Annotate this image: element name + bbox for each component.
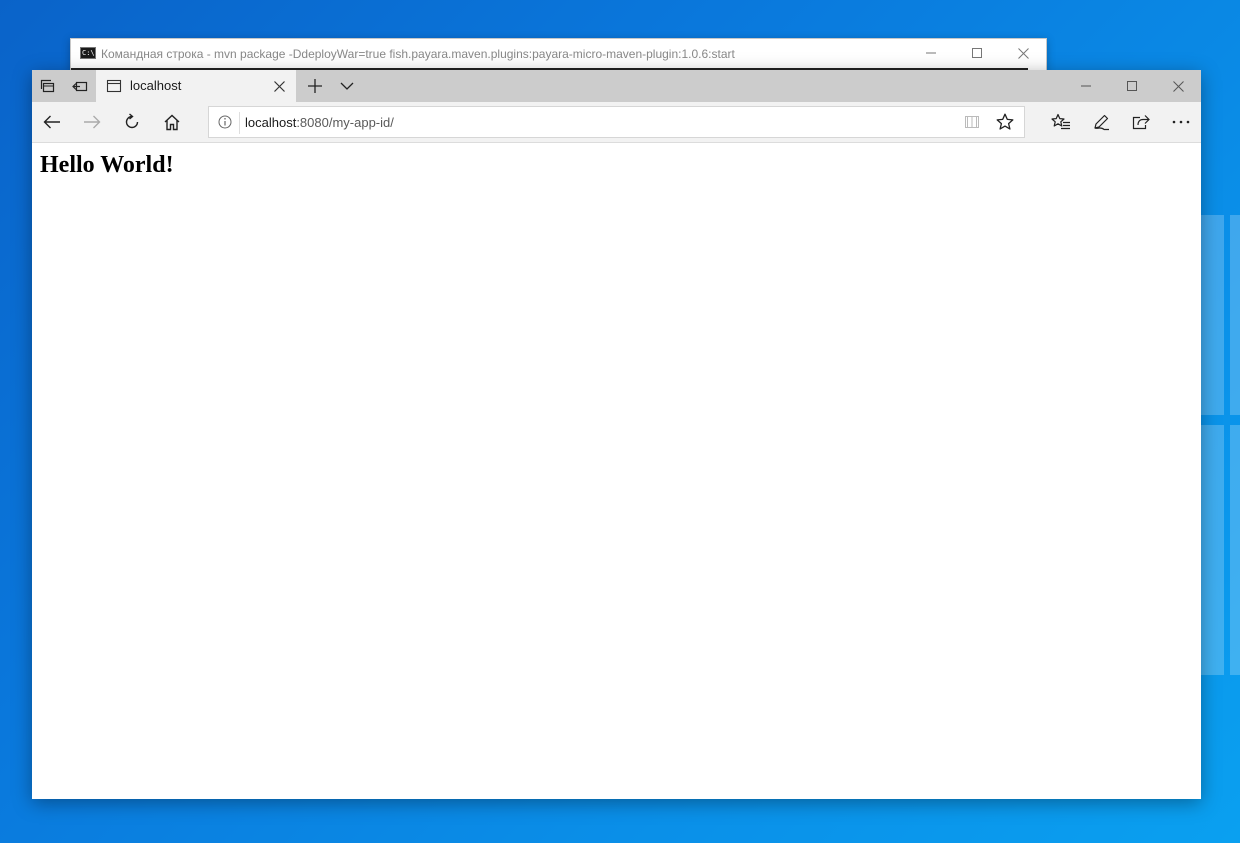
refresh-icon	[125, 113, 139, 129]
close-icon	[1172, 80, 1184, 92]
maximize-icon	[972, 48, 982, 58]
url-path: :8080/my-app-id/	[296, 115, 394, 130]
page-icon	[106, 79, 122, 93]
address-bar[interactable]: localhost:8080/my-app-id/	[208, 106, 1025, 138]
console-close-button[interactable]	[1000, 39, 1046, 67]
share-button[interactable]	[1121, 106, 1161, 138]
browser-maximize-button[interactable]	[1109, 70, 1155, 102]
restore-tabs-button[interactable]	[64, 70, 96, 102]
close-icon	[273, 80, 285, 92]
back-button[interactable]	[34, 106, 70, 138]
refresh-button[interactable]	[114, 106, 150, 138]
tabs-aside-icon	[40, 79, 55, 93]
arrow-right-icon	[84, 115, 101, 129]
address-separator	[239, 112, 240, 134]
info-icon[interactable]	[218, 115, 232, 129]
favorites-hub-button[interactable]	[1041, 106, 1081, 138]
share-icon	[1132, 115, 1150, 130]
tab-close-button[interactable]	[268, 75, 290, 97]
console-maximize-button[interactable]	[954, 39, 1000, 67]
minimize-icon	[1081, 85, 1091, 87]
tab-bar: localhost	[32, 70, 1201, 102]
more-icon	[1172, 120, 1190, 124]
new-tab-button[interactable]	[300, 70, 330, 102]
page-content: Hello World!	[32, 143, 1201, 799]
navigation-bar: localhost:8080/my-app-id/	[32, 102, 1201, 143]
maximize-icon	[1127, 81, 1137, 91]
home-icon	[164, 114, 180, 130]
browser-minimize-button[interactable]	[1063, 70, 1109, 102]
page-heading: Hello World!	[40, 152, 174, 178]
star-icon[interactable]	[996, 113, 1014, 131]
pen-icon	[1094, 114, 1109, 131]
web-notes-button[interactable]	[1081, 106, 1121, 138]
address-url[interactable]: localhost:8080/my-app-id/	[245, 115, 394, 130]
close-icon	[1017, 47, 1029, 59]
minimize-icon	[926, 52, 936, 54]
browser-window: localhost localhost:8080/my-app-id/ Hell…	[32, 70, 1201, 799]
desktop: C:\ Командная строка - mvn package -Ddep…	[0, 0, 1240, 843]
console-window[interactable]: C:\ Командная строка - mvn package -Ddep…	[70, 38, 1047, 72]
arrow-left-icon	[43, 115, 60, 129]
windows-logo-wallpaper	[1196, 215, 1240, 695]
tab-localhost[interactable]: localhost	[96, 70, 296, 102]
tab-label: localhost	[130, 78, 182, 93]
tab-preview-button[interactable]	[332, 70, 362, 102]
forward-button[interactable]	[74, 106, 110, 138]
home-button[interactable]	[154, 106, 190, 138]
console-icon: C:\	[80, 47, 96, 59]
settings-more-button[interactable]	[1161, 106, 1201, 138]
url-host: localhost	[245, 115, 297, 130]
browser-close-button[interactable]	[1155, 70, 1201, 102]
plus-icon	[308, 79, 322, 93]
tabs-aside-button[interactable]	[32, 70, 64, 102]
chevron-down-icon	[340, 82, 354, 90]
tabs-restore-icon	[72, 81, 88, 92]
console-minimize-button[interactable]	[908, 39, 954, 67]
book-icon[interactable]	[964, 114, 980, 130]
favorites-list-icon	[1051, 113, 1070, 130]
console-window-title: Командная строка - mvn package -DdeployW…	[101, 47, 735, 61]
